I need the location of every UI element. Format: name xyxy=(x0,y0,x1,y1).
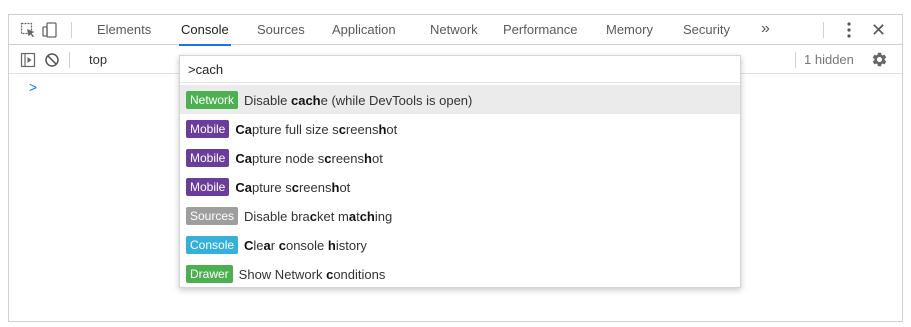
tab-console[interactable]: Console xyxy=(179,15,231,46)
tab-elements[interactable]: Elements xyxy=(97,15,151,45)
tab-security[interactable]: Security xyxy=(683,15,730,45)
command-menu: Network Disable cache (while DevTools is … xyxy=(179,55,741,288)
command-menu-item[interactable]: Drawer Show Network conditions xyxy=(180,259,740,288)
clear-console-icon[interactable] xyxy=(43,51,61,69)
devtools-window: Elements Console Sources Application Net… xyxy=(8,14,903,322)
tab-application[interactable]: Application xyxy=(332,15,396,45)
settings-gear-icon[interactable] xyxy=(871,51,888,68)
hidden-messages-count: 1 hidden xyxy=(804,52,854,67)
category-badge: Mobile xyxy=(186,177,230,196)
category-badge: Sources xyxy=(186,206,239,225)
toolbar-separator xyxy=(69,52,70,68)
category-badge: Drawer xyxy=(186,264,233,283)
tab-network[interactable]: Network xyxy=(430,15,478,45)
command-title: Show Network conditions xyxy=(238,267,386,283)
inspect-element-icon[interactable] xyxy=(19,21,37,39)
command-menu-item[interactable]: Network Disable cache (while DevTools is … xyxy=(180,85,740,114)
command-title: Capture node screenshot xyxy=(235,151,383,167)
tab-sources[interactable]: Sources xyxy=(257,15,305,45)
category-badge: Mobile xyxy=(186,148,230,167)
command-menu-input[interactable] xyxy=(180,56,740,83)
console-prompt[interactable]: > xyxy=(29,79,37,95)
devtools-tab-bar: Elements Console Sources Application Net… xyxy=(9,15,902,46)
toolbar-separator xyxy=(823,22,824,38)
command-menu-item[interactable]: Mobile Capture node screenshot xyxy=(180,143,740,172)
show-drawer-icon[interactable] xyxy=(19,51,37,69)
kebab-menu-icon[interactable] xyxy=(845,20,853,40)
tab-performance[interactable]: Performance xyxy=(503,15,577,45)
close-icon[interactable]: ✕ xyxy=(871,15,886,45)
command-title: Clear console history xyxy=(244,238,367,254)
command-menu-item[interactable]: Sources Disable bracket matching xyxy=(180,201,740,230)
command-menu-item[interactable]: Mobile Capture screenshot xyxy=(180,172,740,201)
command-title: Disable bracket matching xyxy=(244,209,393,225)
command-menu-item[interactable]: Console Clear console history xyxy=(180,230,740,259)
category-badge: Console xyxy=(186,235,239,254)
context-selector[interactable]: top xyxy=(89,46,107,73)
category-badge: Mobile xyxy=(186,119,230,138)
toolbar-separator xyxy=(71,22,72,38)
more-tabs-icon[interactable]: » xyxy=(761,15,770,45)
tab-memory[interactable]: Memory xyxy=(606,15,653,45)
command-title: Capture screenshot xyxy=(235,180,351,196)
command-title: Disable cache (while DevTools is open) xyxy=(244,93,473,109)
command-menu-item[interactable]: Mobile Capture full size screenshot xyxy=(180,114,740,143)
device-toolbar-icon[interactable] xyxy=(41,21,59,39)
command-title: Capture full size screenshot xyxy=(235,122,398,138)
category-badge: Network xyxy=(186,90,239,109)
toolbar-separator xyxy=(795,52,796,68)
